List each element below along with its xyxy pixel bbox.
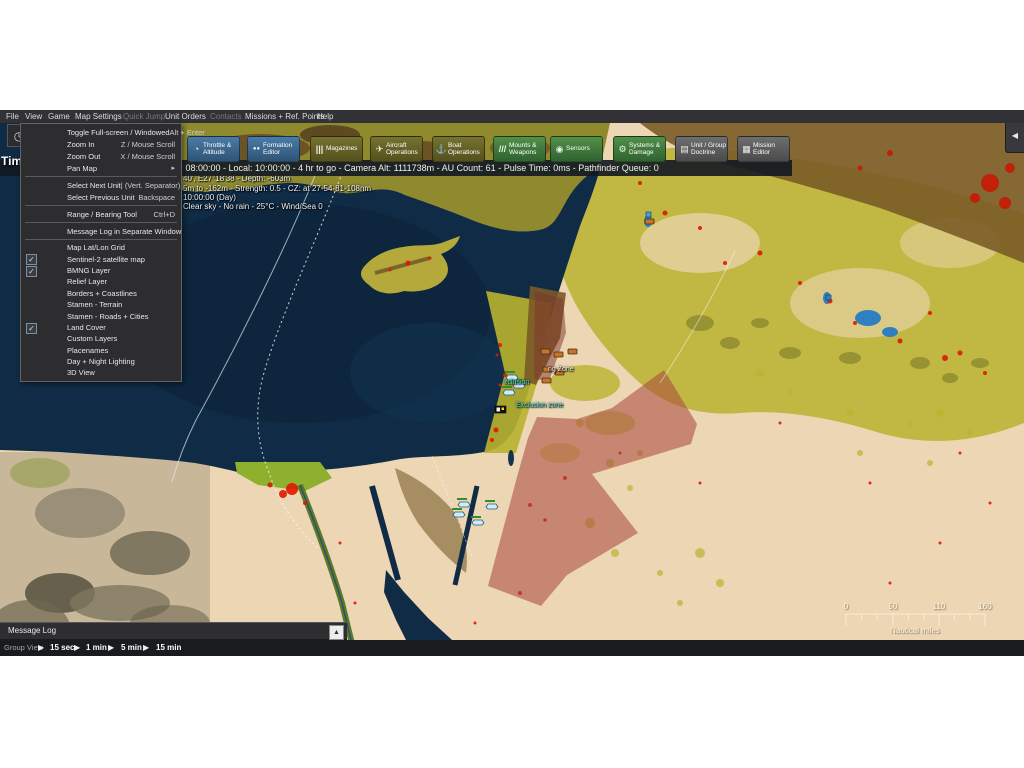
check-icon: ✓	[26, 254, 37, 266]
menu-view[interactable]: View	[25, 110, 42, 123]
menu-item-zoom-out[interactable]: Zoom Out X / Mouse Scroll	[21, 150, 181, 162]
magazines-button[interactable]: ||| Magazines	[310, 136, 363, 162]
menu-separator	[25, 239, 177, 240]
menu-help[interactable]: Help	[317, 110, 333, 123]
message-log-expand-button[interactable]: ▲	[329, 625, 344, 640]
message-log-bar[interactable]: Message Log ▲	[0, 622, 347, 640]
menu-item-pan-map[interactable]: Pan Map ▸	[21, 162, 181, 174]
unit-info-line3: 10:00:00 (Day)	[183, 193, 236, 202]
status-text: Zulu: 08:00:00 - Local: 10:00:00 - 4 hr …	[163, 163, 659, 173]
play-icon[interactable]: ▶	[108, 640, 114, 656]
aircraft-operations-button[interactable]: ✈ Aircraft Operations	[370, 136, 423, 162]
menu-separator	[25, 205, 177, 206]
scale-tick-label: 160	[978, 602, 992, 611]
menu-separator	[25, 222, 177, 223]
unit-info-line2: 5m to -162m - Strength: 0.5 - CZ: at 27-…	[183, 184, 372, 193]
menu-item-stamen-roads-cities[interactable]: Stamen - Roads + Cities	[21, 310, 181, 321]
menu-item-select-previous-unit[interactable]: Select Previous Unit Backspace	[21, 191, 181, 203]
check-icon: ✓	[26, 265, 37, 277]
formation-editor-button[interactable]: ●● Formation Editor	[247, 136, 300, 162]
scale-caption: Nautical miles	[890, 626, 940, 635]
menu-item-bmng-layer[interactable]: ✓ BMNG Layer	[21, 265, 181, 277]
gauge-icon: ◔	[193, 144, 200, 154]
menu-item-range-bearing-tool[interactable]: Range / Bearing Tool Ctrl+D	[21, 208, 181, 220]
submenu-arrow-icon: ▸	[171, 165, 175, 172]
scale-tick-label: 110	[932, 602, 946, 611]
menu-missions-ref-points[interactable]: Missions + Ref. Points	[245, 110, 324, 123]
message-log-title: Message Log	[8, 626, 57, 635]
formation-icon: ●●	[252, 146, 261, 152]
unit-group-doctrine-button[interactable]: ▤ Unit / Group Doctrine	[675, 136, 728, 162]
play-icon[interactable]: ▶	[74, 640, 80, 656]
menu-item-sentinel2-satellite-map[interactable]: ✓ Sentinel-2 satellite map	[21, 253, 181, 266]
menu-item-message-log-separate-window[interactable]: Message Log in Separate Window	[21, 225, 181, 237]
document-icon: ▤	[680, 143, 689, 154]
menu-bar: File View Game Map Settings Quick Jump U…	[0, 110, 1024, 123]
menu-item-placenames[interactable]: Placenames	[21, 345, 181, 356]
map-grid-icon: ▦	[742, 143, 751, 154]
check-icon: ✓	[26, 322, 37, 334]
time-label-fragment: Tim	[1, 154, 23, 168]
collapse-arrow-icon: ◀	[1011, 130, 1019, 140]
menu-item-3d-view[interactable]: 3D View	[21, 367, 181, 378]
map-label-exclusion-partial: xclusion	[504, 379, 530, 386]
throttle-altitude-button[interactable]: ◔ Throttle & Altitude	[187, 136, 240, 162]
gear-icon: ⚙	[618, 143, 627, 154]
menu-map-settings[interactable]: Map Settings	[75, 110, 122, 123]
map-settings-dropdown: Toggle Full-screen / Windowed Alt + Ente…	[20, 123, 205, 382]
menu-item-day-night-lighting[interactable]: Day + Night Lighting	[21, 356, 181, 367]
expand-arrow-icon: ▲	[333, 629, 340, 636]
play-icon[interactable]: ▶	[143, 640, 149, 656]
aircraft-icon: ✈	[375, 143, 384, 154]
speed-5min-button[interactable]: 5 min	[121, 640, 142, 656]
menu-unit-orders[interactable]: Unit Orders	[165, 110, 206, 123]
menu-game[interactable]: Game	[48, 110, 70, 123]
map-label-exclusion: Exclusion zone	[516, 402, 564, 409]
sensors-icon: ◉	[555, 143, 564, 154]
menu-quick-jump: Quick Jump	[123, 112, 166, 121]
speed-15min-button[interactable]: 15 min	[156, 640, 181, 656]
mission-editor-button[interactable]: ▦ Mission Editor	[737, 136, 790, 162]
menu-contacts: Contacts	[210, 112, 242, 121]
menu-file[interactable]: File	[6, 110, 19, 123]
speed-15sec-button[interactable]: 15 sec	[50, 640, 74, 656]
screenshot-canvas: ng Zone xclusion Exclusion zone Zulu: 08…	[0, 0, 1024, 768]
scale-tick-label: 50	[888, 602, 898, 611]
menu-item-land-cover[interactable]: ✓ Land Cover	[21, 322, 181, 334]
blue-unit-icon[interactable]	[825, 294, 832, 301]
play-icon[interactable]: ▶	[38, 640, 44, 656]
menu-item-custom-layers[interactable]: Custom Layers	[21, 333, 181, 344]
menu-separator	[25, 176, 177, 177]
magazines-icon: |||	[315, 144, 324, 154]
unit-info-line4: Clear sky - No rain - 25°C - Wind/Sea 0	[183, 202, 323, 211]
boat-operations-button[interactable]: ⚓ Boat Operations	[432, 136, 485, 162]
menu-item-select-next-unit[interactable]: Select Next Unit | (Vert. Separator)	[21, 179, 181, 191]
scale-tick-label: 0	[843, 602, 849, 611]
mounts-weapons-button[interactable]: /// Mounts & Weapons	[493, 136, 546, 162]
sensors-button[interactable]: ◉ Sensors	[550, 136, 603, 162]
time-compression-bar: Group View ▶ 15 sec ▶ 1 min ▶ 5 min ▶ 15…	[0, 640, 1024, 656]
installation-icon[interactable]	[494, 405, 507, 414]
systems-damage-button[interactable]: ⚙ Systems & Damage	[613, 136, 666, 162]
map-label-zone: ng Zone	[548, 366, 574, 373]
boat-icon: ⚓	[435, 143, 448, 154]
menu-item-zoom-in[interactable]: Zoom In Z / Mouse Scroll	[21, 138, 181, 150]
game-window: ng Zone xclusion Exclusion zone Zulu: 08…	[0, 110, 1024, 656]
map-scale-bar: 0 50 110 160 Nautical miles	[838, 602, 996, 638]
speed-1min-button[interactable]: 1 min	[86, 640, 107, 656]
weapons-icon: ///	[498, 144, 507, 154]
menu-item-relief-layer[interactable]: Relief Layer	[21, 276, 181, 287]
menu-item-toggle-fullscreen[interactable]: Toggle Full-screen / Windowed Alt + Ente…	[21, 126, 205, 138]
menu-item-borders-coastlines[interactable]: Borders + Coastlines	[21, 288, 181, 299]
menu-item-stamen-terrain[interactable]: Stamen - Terrain	[21, 299, 181, 310]
menu-item-map-latlon-grid[interactable]: Map Lat/Lon Grid	[21, 242, 181, 253]
